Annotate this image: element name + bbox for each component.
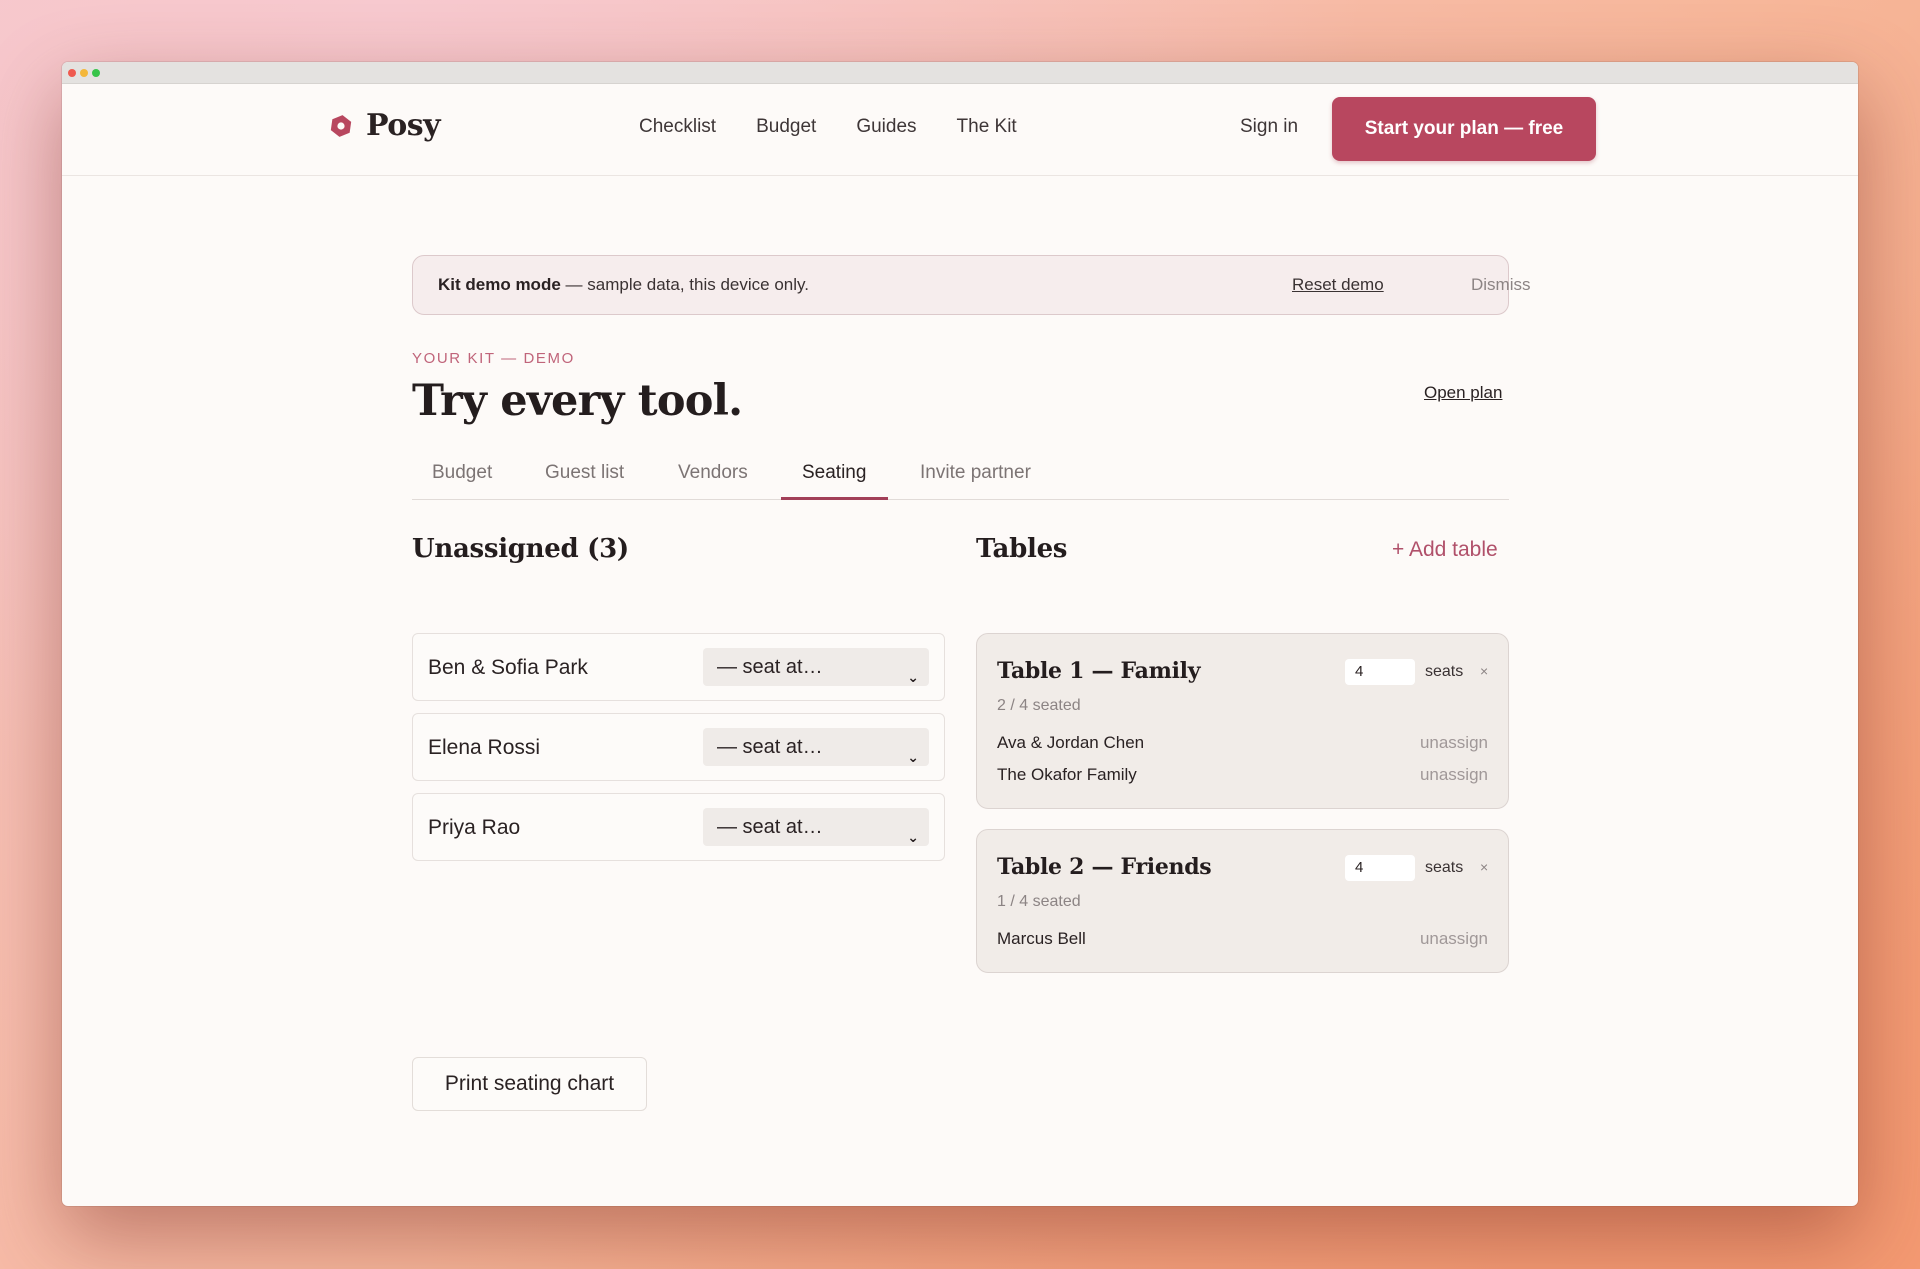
main-nav: Checklist Budget Guides The Kit [639,116,1017,138]
nav-link-guides[interactable]: Guides [856,116,916,138]
seats-label: seats [1425,859,1464,876]
browser-window: Posy Checklist Budget Guides The Kit Sig… [62,62,1858,1206]
chevron-down-icon: ⌄ [907,829,919,845]
banner-message: Kit demo mode — sample data, this device… [438,275,809,295]
dismiss-banner-link[interactable]: Dismiss [1471,275,1531,295]
table-name: Table 2 — Friends [997,854,1212,880]
guest-name: Priya Rao [428,816,521,839]
tables-heading: Tables [976,534,1068,564]
chevron-down-icon: ⌄ [907,749,919,765]
unassign-link[interactable]: unassign [1420,733,1488,753]
top-navigation: Posy Checklist Budget Guides The Kit Sig… [62,84,1858,176]
unassign-link[interactable]: unassign [1420,765,1488,785]
seat-at-select[interactable]: — seat at… ⌄ [703,728,929,766]
kit-tabs: Budget Guest list Vendors Seating Invite… [412,452,1509,500]
nav-link-the-kit[interactable]: The Kit [957,116,1017,138]
list-item: Elena Rossi — seat at… ⌄ [412,713,945,781]
remove-table-icon[interactable]: × [1480,859,1488,875]
seat-at-select[interactable]: — seat at… ⌄ [703,808,929,846]
tab-guest-list[interactable]: Guest list [545,462,624,484]
remove-table-icon[interactable]: × [1480,663,1488,679]
seats-label: seats [1425,663,1464,680]
guest-name: Ben & Sofia Park [428,656,588,679]
seated-guest-name: Ava & Jordan Chen [997,733,1145,752]
list-item: Priya Rao — seat at… ⌄ [412,793,945,861]
chevron-down-icon: ⌄ [907,669,919,685]
seated-guest-name: The Okafor Family [997,765,1137,784]
window-titlebar [62,62,1858,84]
brand-name: Posy [366,108,441,143]
unassigned-heading: Unassigned (3) [412,534,629,564]
tab-invite-partner[interactable]: Invite partner [920,462,1031,484]
tab-budget[interactable]: Budget [432,462,492,484]
logo-link[interactable]: Posy [328,108,441,143]
demo-mode-banner: Kit demo mode — sample data, this device… [412,255,1531,315]
seat-at-placeholder: — seat at… [717,816,823,838]
page-kicker: YOUR KIT — DEMO [412,350,575,367]
sign-in-link[interactable]: Sign in [1240,116,1298,138]
reset-demo-link[interactable]: Reset demo [1292,275,1384,295]
open-plan-link[interactable]: Open plan [1424,383,1502,403]
add-table-link[interactable]: + Add table [1392,538,1498,562]
page-title: Try every tool. [412,376,743,426]
seated-guest-name: Marcus Bell [997,929,1086,948]
flower-logo-icon [328,113,354,139]
nav-link-checklist[interactable]: Checklist [639,116,716,138]
seat-at-select[interactable]: — seat at… ⌄ [703,648,929,686]
seats-input[interactable]: 4 [1345,855,1415,881]
minimize-window-button[interactable] [80,69,88,77]
guest-name: Elena Rossi [428,736,541,759]
nav-link-budget[interactable]: Budget [756,116,816,138]
seats-input[interactable]: 4 [1345,659,1415,685]
print-seating-chart-button[interactable]: Print seating chart [412,1057,647,1111]
seated-count: 2 / 4 seated [997,697,1081,714]
table-card: Table 1 — Family 4 seats × 2 / 4 seated … [976,633,1509,809]
table-card: Table 2 — Friends 4 seats × 1 / 4 seated… [976,829,1509,973]
maximize-window-button[interactable] [92,69,100,77]
tab-vendors[interactable]: Vendors [678,462,748,484]
banner-detail: — sample data, this device only. [560,275,809,294]
close-window-button[interactable] [68,69,76,77]
seat-at-placeholder: — seat at… [717,656,823,678]
table-name: Table 1 — Family [997,658,1201,684]
start-plan-button[interactable]: Start your plan — free [1332,97,1596,161]
tab-seating[interactable]: Seating [802,462,866,484]
list-item: Ben & Sofia Park — seat at… ⌄ [412,633,945,701]
unassign-link[interactable]: unassign [1420,929,1488,949]
seat-at-placeholder: — seat at… [717,736,823,758]
banner-bold-label: Kit demo mode [438,275,561,294]
seated-count: 1 / 4 seated [997,893,1081,910]
active-tab-indicator [781,497,888,500]
